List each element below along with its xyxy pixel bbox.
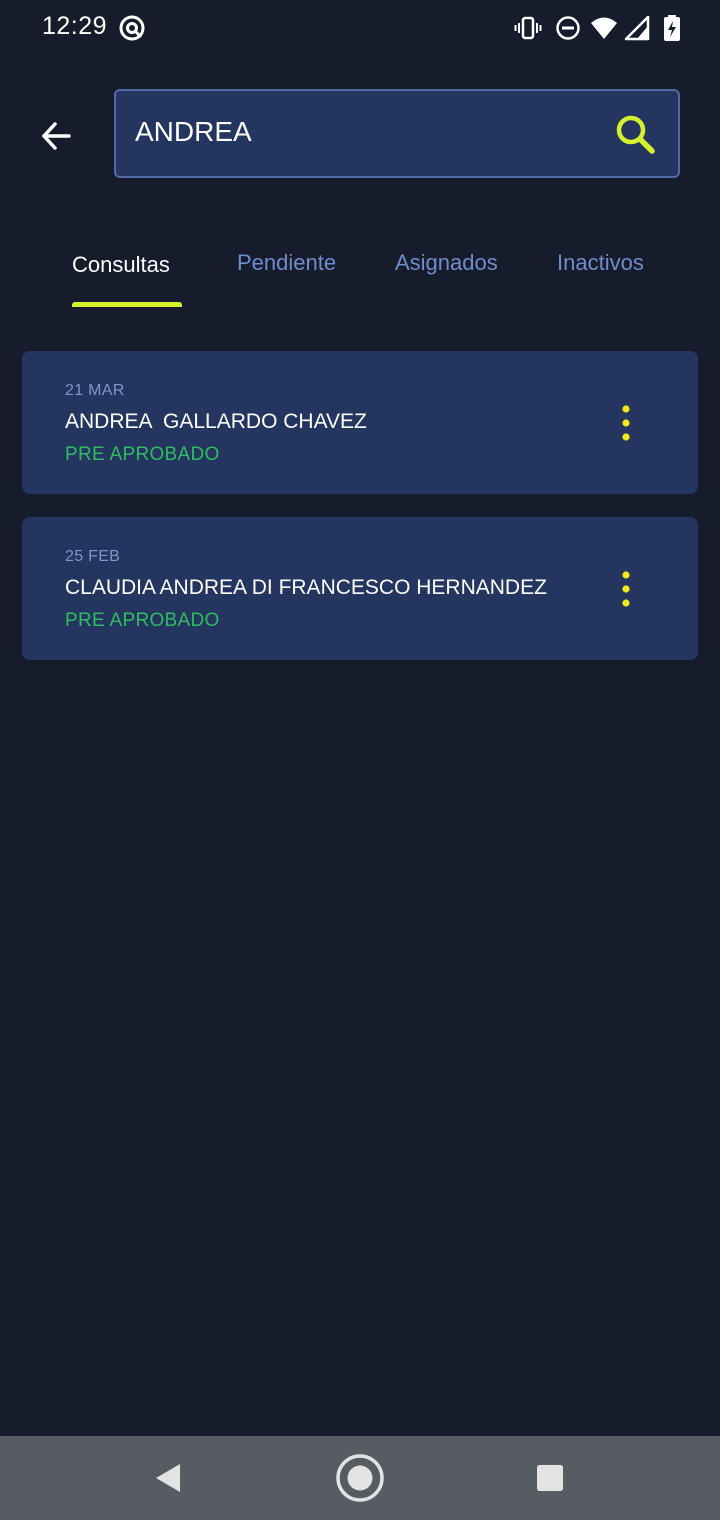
- search-input[interactable]: [135, 109, 595, 155]
- card-name: CLAUDIA ANDREA DI FRANCESCO HERNANDEZ: [65, 576, 547, 599]
- cell-signal-icon: [624, 14, 652, 42]
- active-tab-indicator: [72, 302, 182, 307]
- tab-pendiente[interactable]: Pendiente: [237, 250, 336, 276]
- tab-asignados[interactable]: Asignados: [395, 250, 498, 276]
- nav-back-button[interactable]: [142, 1452, 194, 1504]
- tab-consultas[interactable]: Consultas: [72, 252, 170, 278]
- wifi-icon: [590, 14, 618, 42]
- tab-inactivos[interactable]: Inactivos: [557, 250, 644, 276]
- search-icon[interactable]: [614, 113, 658, 157]
- result-card[interactable]: 21 MAR ANDREA GALLARDO CHAVEZ PRE APROBA…: [22, 351, 698, 494]
- square-recents-icon: [537, 1465, 563, 1491]
- status-time: 12:29: [42, 12, 108, 40]
- nav-home-button[interactable]: [334, 1452, 386, 1504]
- at-sign-notification-icon: [118, 14, 146, 42]
- do-not-disturb-icon: [554, 14, 582, 42]
- search-box: [114, 89, 680, 178]
- card-status: PRE APROBADO: [65, 444, 220, 465]
- triangle-back-icon: [156, 1464, 180, 1492]
- more-vertical-icon[interactable]: [614, 569, 638, 609]
- arrow-left-icon: [42, 122, 71, 150]
- more-vertical-icon[interactable]: [614, 403, 638, 443]
- nav-recents-button[interactable]: [524, 1452, 576, 1504]
- result-card[interactable]: 25 FEB CLAUDIA ANDREA DI FRANCESCO HERNA…: [22, 517, 698, 660]
- battery-charging-icon: [658, 14, 686, 42]
- card-status: PRE APROBADO: [65, 610, 220, 631]
- tab-bar: Consultas Pendiente Asignados Inactivos: [0, 240, 720, 312]
- card-date: 21 MAR: [65, 382, 125, 399]
- vibrate-icon: [514, 14, 542, 42]
- card-name: ANDREA GALLARDO CHAVEZ: [65, 410, 367, 433]
- card-date: 25 FEB: [65, 548, 121, 565]
- status-bar: 12:29: [0, 0, 720, 56]
- circle-home-icon: [336, 1454, 384, 1502]
- system-nav-bar: [0, 1436, 720, 1520]
- back-button[interactable]: [34, 114, 78, 158]
